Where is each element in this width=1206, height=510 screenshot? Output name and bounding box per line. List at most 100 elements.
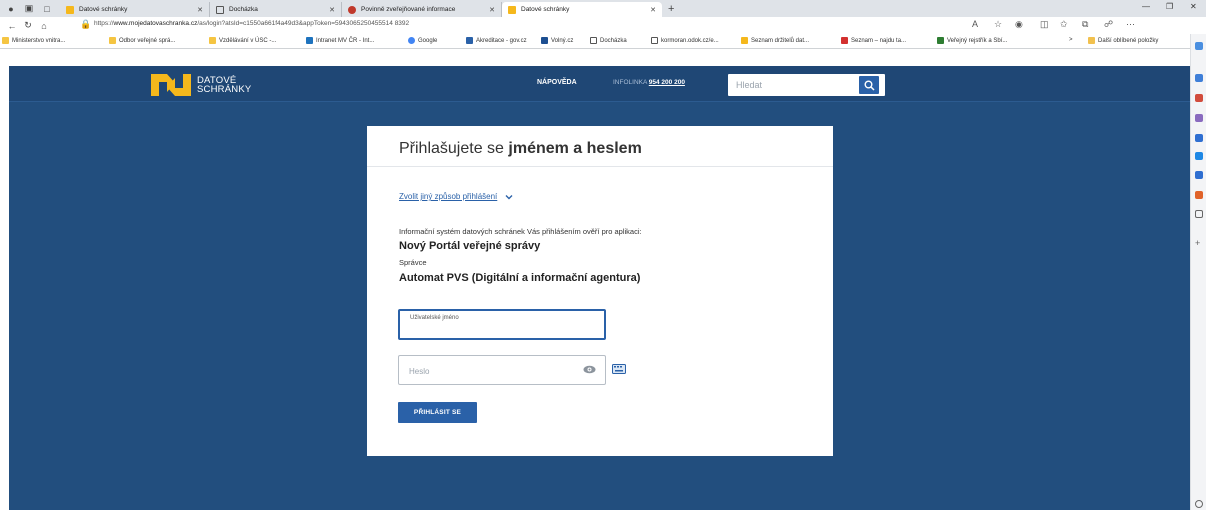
password-field[interactable]: [398, 355, 606, 385]
tab-favicon-icon: [66, 5, 74, 14]
url-prefix: https://: [94, 20, 114, 27]
title-prefix: Přihlašujete se: [399, 140, 509, 157]
home-icon[interactable]: ⌂: [36, 21, 52, 31]
favorite-item[interactable]: kormoran.odok.cz/e...: [651, 37, 719, 44]
favorites-overflow-icon[interactable]: >: [1069, 37, 1073, 43]
infoline-number[interactable]: 954 200 200: [649, 79, 685, 86]
favorite-item[interactable]: Intranet MV ČR - Int...: [306, 37, 374, 44]
tab-title: Datové schránky: [79, 6, 128, 13]
office-icon[interactable]: [1195, 191, 1203, 199]
search-sidebar-icon[interactable]: [1195, 42, 1203, 50]
tools-icon[interactable]: [1195, 94, 1203, 102]
collections-icon[interactable]: ⧉: [1082, 19, 1088, 30]
settings-icon[interactable]: [1195, 500, 1203, 508]
browser-tab[interactable]: Povinně zveřejňované informace ✕: [342, 2, 502, 17]
favorites-icon[interactable]: ✩: [1060, 19, 1068, 30]
games-icon[interactable]: [1195, 114, 1203, 122]
favorite-folder[interactable]: Další oblíbené položky: [1088, 37, 1158, 44]
favorite-item[interactable]: Seznam držitelů dat...: [741, 37, 809, 44]
tab-favicon-icon: [216, 5, 224, 14]
url-host: www.mojedatovaschranka.cz: [113, 20, 198, 27]
drop-icon[interactable]: [1195, 171, 1203, 179]
browser-sidebar: +: [1190, 34, 1206, 510]
url-path: /as/login?atsId=c1550a661f4a49d3&appToke…: [197, 20, 410, 27]
search-button[interactable]: [859, 76, 879, 94]
favorite-item[interactable]: Volný.cz: [541, 37, 573, 44]
favorite-item[interactable]: Akreditace - gov.cz: [466, 37, 527, 44]
username-field[interactable]: Uživatelské jméno: [398, 309, 606, 340]
lock-icon[interactable]: 🔒: [80, 19, 91, 30]
search-icon: [864, 80, 875, 91]
browser-tab-strip: ● ▣ □ Datové schránky ✕ Docházka ✕ Povin…: [0, 0, 1206, 17]
refresh-icon[interactable]: ↻: [20, 20, 36, 31]
sidebar-panel-icon[interactable]: [1195, 210, 1203, 218]
tab-favicon-icon: [508, 5, 516, 14]
shopping-icon[interactable]: [1195, 74, 1203, 82]
logo-mark-icon: [151, 74, 191, 96]
restore-icon[interactable]: ❐: [1166, 2, 1173, 11]
info-text: Informační systém datových schránek Vás …: [399, 227, 642, 236]
favorite-item[interactable]: Seznam – najdu ta...: [841, 37, 906, 44]
admin-name: Automat PVS (Digitální a informační agen…: [399, 272, 641, 284]
admin-label: Správce: [399, 258, 427, 267]
login-button[interactable]: PŘIHLÁSIT SE: [398, 402, 477, 423]
favorite-item[interactable]: Odbor veřejné sprá...: [109, 37, 175, 44]
site-logo[interactable]: DATOVÉ SCHRÁNKY: [151, 74, 251, 96]
chevron-down-icon: [505, 194, 513, 199]
help-link[interactable]: NÁPOVĚDA: [537, 79, 577, 86]
username-label: Uživatelské jméno: [410, 315, 459, 321]
split-screen-icon[interactable]: ◫: [1040, 19, 1049, 30]
favorite-star-icon[interactable]: ☆: [994, 19, 1002, 30]
site-search: [728, 74, 885, 96]
back-icon[interactable]: ←: [4, 21, 20, 31]
title-bold: jménem a heslem: [508, 140, 642, 157]
logo-line-2: SCHRÁNKY: [197, 84, 252, 95]
username-input[interactable]: [408, 324, 596, 336]
tab-actions-icon[interactable]: □: [40, 2, 54, 16]
address-row: ← ↻ ⌂ 🔒 https://www.mojedatovaschranka.c…: [0, 17, 1206, 34]
infoline-label: INFOLINKA: [613, 79, 647, 86]
tab-close-icon[interactable]: ✕: [489, 6, 495, 14]
extensions-icon[interactable]: ☍: [1104, 19, 1113, 30]
read-aloud-icon[interactable]: A: [972, 19, 978, 29]
alt-login-link[interactable]: Zvolit jiný způsob přihlášení: [399, 192, 513, 201]
password-input[interactable]: [409, 364, 569, 378]
favorites-bar: Ministerstvo vnitra... Odbor veřejné spr…: [0, 34, 1190, 49]
new-tab-button[interactable]: +: [668, 3, 674, 15]
tab-title: Datové schránky: [521, 6, 570, 13]
divider: [367, 166, 833, 167]
workspaces-icon[interactable]: ▣: [22, 2, 36, 16]
favorite-item[interactable]: Google: [408, 37, 437, 44]
keyboard-icon[interactable]: [612, 364, 626, 374]
favorite-item[interactable]: Ministerstvo vnitra...: [2, 37, 65, 44]
tab-close-icon[interactable]: ✕: [650, 6, 656, 14]
favorite-item[interactable]: Vzdělávání v ÚSC -...: [209, 37, 276, 44]
login-card: Přihlašujete se jménem a heslem Zvolit j…: [367, 126, 833, 456]
favorite-item[interactable]: Docházka: [590, 37, 627, 44]
logo-text: DATOVÉ SCHRÁNKY: [197, 76, 252, 95]
alt-login-label: Zvolit jiný způsob přihlášení: [399, 192, 498, 201]
profile-icon[interactable]: ●: [4, 2, 18, 16]
browser-tab[interactable]: Docházka ✕: [210, 2, 342, 17]
minimize-icon[interactable]: —: [1142, 2, 1150, 11]
m365-icon[interactable]: [1195, 134, 1203, 142]
outlook-icon[interactable]: [1195, 152, 1203, 160]
infoline: INFOLINKA 954 200 200: [613, 79, 685, 86]
add-sidebar-app-icon[interactable]: +: [1195, 238, 1200, 248]
copilot-icon[interactable]: ◉: [1015, 19, 1023, 30]
browser-tab[interactable]: Datové schránky ✕: [60, 2, 210, 17]
tab-title: Docházka: [229, 6, 258, 13]
page-title: Přihlašujete se jménem a heslem: [399, 140, 642, 158]
tab-title: Povinně zveřejňované informace: [361, 6, 456, 13]
browser-tab-active[interactable]: Datové schránky ✕: [502, 2, 662, 17]
tab-favicon-icon: [348, 5, 356, 14]
tab-close-icon[interactable]: ✕: [329, 6, 335, 14]
search-input[interactable]: [728, 74, 856, 96]
window-close-icon[interactable]: ✕: [1190, 2, 1197, 11]
tab-close-icon[interactable]: ✕: [197, 6, 203, 14]
eye-icon[interactable]: [583, 365, 596, 374]
address-bar-url[interactable]: https://www.mojedatovaschranka.cz/as/log…: [94, 20, 409, 27]
app-name: Nový Portál veřejné správy: [399, 240, 541, 252]
more-icon[interactable]: ⋯: [1126, 19, 1135, 30]
favorite-item[interactable]: Veřejný rejstřík a Sbí...: [937, 37, 1007, 44]
